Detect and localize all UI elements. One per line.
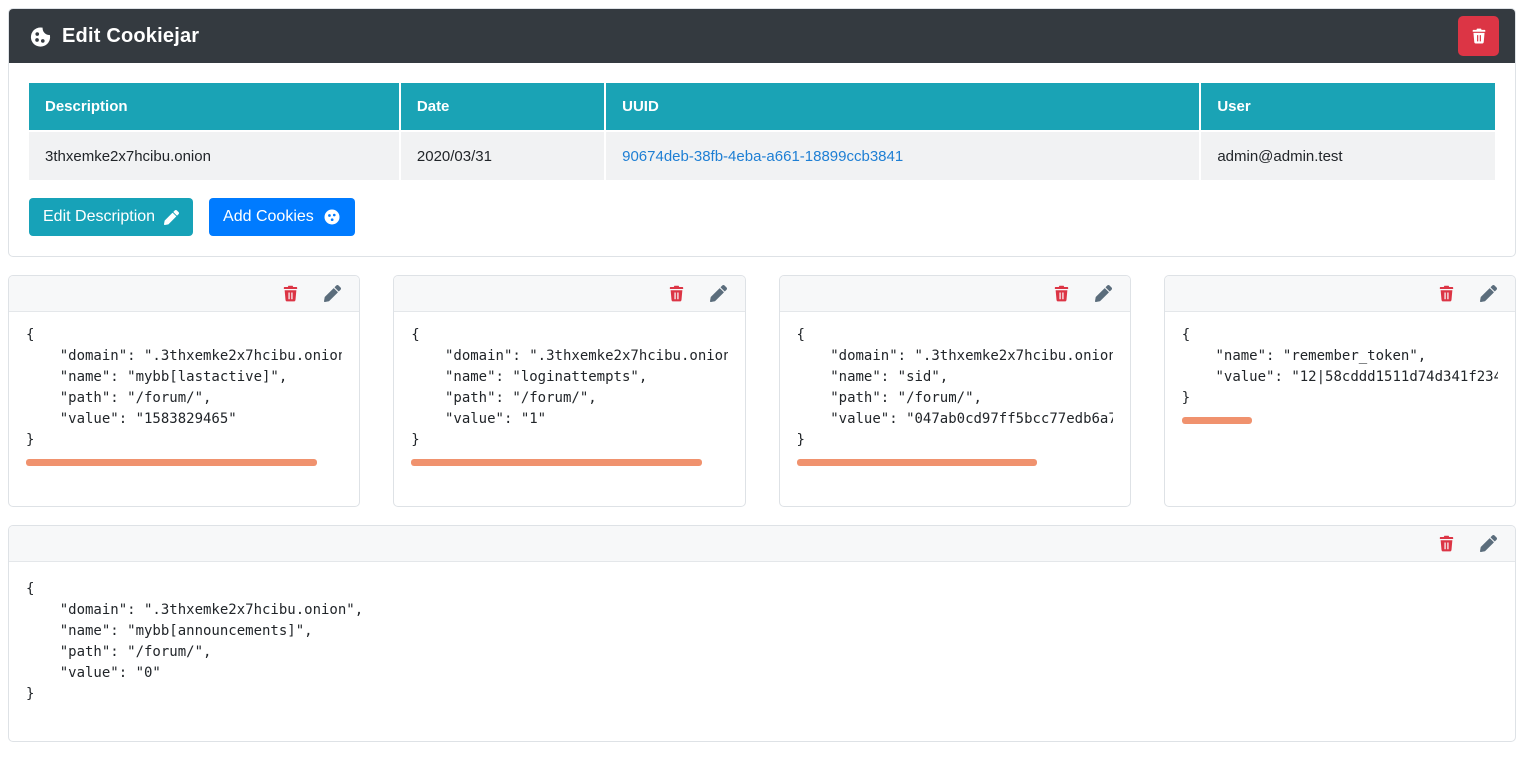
- cookie-card-4-body: { "name": "remember_token", "value": "12…: [1165, 312, 1515, 506]
- cookie-card-wide-header: [9, 526, 1515, 562]
- column-header-user: User: [1200, 83, 1495, 131]
- cookie-json: { "domain": ".3thxemke2x7hcibu.onion", "…: [26, 325, 342, 451]
- horizontal-scrollbar[interactable]: [797, 459, 1037, 466]
- cookie-bite-icon: [29, 25, 52, 48]
- cookie-json: { "domain": ".3thxemke2x7hcibu.onion", "…: [797, 325, 1113, 451]
- edit-description-label: Edit Description: [43, 208, 155, 226]
- cookie-icon: [323, 208, 341, 226]
- cookiejar-table: Description Date UUID User 3thxemke2x7hc…: [29, 83, 1495, 180]
- cell-description: 3thxemke2x7hcibu.onion: [29, 131, 400, 180]
- pencil-icon: [1480, 535, 1497, 552]
- cookie-json: { "domain": ".3thxemke2x7hcibu.onion", "…: [26, 579, 1498, 705]
- delete-cookie-button[interactable]: [1437, 534, 1456, 553]
- table-header-row: Description Date UUID User: [29, 83, 1495, 131]
- cookie-card-4-header: [1165, 276, 1515, 312]
- add-cookies-label: Add Cookies: [223, 208, 314, 226]
- trash-icon: [1437, 534, 1456, 553]
- horizontal-scrollbar[interactable]: [1182, 417, 1252, 424]
- cookie-card-3-header: [780, 276, 1130, 312]
- cookie-cards-grid: { "domain": ".3thxemke2x7hcibu.onion", "…: [8, 275, 1516, 507]
- cell-uuid: 90674deb-38fb-4eba-a661-18899ccb3841: [605, 131, 1200, 180]
- delete-cookie-button[interactable]: [667, 284, 686, 303]
- column-header-date: Date: [400, 83, 605, 131]
- edit-cookie-button[interactable]: [1480, 285, 1497, 302]
- cookie-json: { "domain": ".3thxemke2x7hcibu.onion", "…: [411, 325, 727, 451]
- delete-cookie-button[interactable]: [1052, 284, 1071, 303]
- horizontal-scrollbar[interactable]: [26, 459, 317, 466]
- trash-icon: [1437, 284, 1456, 303]
- cookie-card-1-body: { "domain": ".3thxemke2x7hcibu.onion", "…: [9, 312, 359, 506]
- cookie-card-2-header: [394, 276, 744, 312]
- pencil-icon: [1095, 285, 1112, 302]
- cookie-card-3-body: { "domain": ".3thxemke2x7hcibu.onion", "…: [780, 312, 1130, 506]
- cookie-card-2: { "domain": ".3thxemke2x7hcibu.onion", "…: [393, 275, 745, 507]
- edit-cookiejar-body: Description Date UUID User 3thxemke2x7hc…: [9, 63, 1515, 256]
- cookie-card-wide-body: { "domain": ".3thxemke2x7hcibu.onion", "…: [9, 562, 1515, 741]
- cell-date: 2020/03/31: [400, 131, 605, 180]
- edit-cookie-button[interactable]: [710, 285, 727, 302]
- trash-icon: [1052, 284, 1071, 303]
- page-title: Edit Cookiejar: [62, 25, 199, 48]
- cookie-card-4: { "name": "remember_token", "value": "12…: [1164, 275, 1516, 507]
- edit-cookiejar-header: Edit Cookiejar: [9, 9, 1515, 63]
- delete-cookiejar-button[interactable]: [1458, 16, 1499, 56]
- table-row: 3thxemke2x7hcibu.onion 2020/03/31 90674d…: [29, 131, 1495, 180]
- cookie-card-wide: { "domain": ".3thxemke2x7hcibu.onion", "…: [8, 525, 1516, 742]
- cell-user: admin@admin.test: [1200, 131, 1495, 180]
- trash-icon: [667, 284, 686, 303]
- cookie-card-3: { "domain": ".3thxemke2x7hcibu.onion", "…: [779, 275, 1131, 507]
- edit-cookie-button[interactable]: [1480, 535, 1497, 552]
- delete-cookie-button[interactable]: [281, 284, 300, 303]
- pencil-icon: [1480, 285, 1497, 302]
- edit-description-button[interactable]: Edit Description: [29, 198, 193, 236]
- horizontal-scrollbar[interactable]: [411, 459, 702, 466]
- cookie-card-1-header: [9, 276, 359, 312]
- edit-cookie-button[interactable]: [324, 285, 341, 302]
- actions-row: Edit Description Add Cookies: [29, 198, 1495, 236]
- cookie-card-2-body: { "domain": ".3thxemke2x7hcibu.onion", "…: [394, 312, 744, 506]
- column-header-uuid: UUID: [605, 83, 1200, 131]
- edit-cookie-button[interactable]: [1095, 285, 1112, 302]
- edit-cookiejar-card: Edit Cookiejar Description Date UUID Use…: [8, 8, 1516, 257]
- trash-icon: [281, 284, 300, 303]
- delete-cookie-button[interactable]: [1437, 284, 1456, 303]
- cookie-card-1: { "domain": ".3thxemke2x7hcibu.onion", "…: [8, 275, 360, 507]
- pencil-icon: [164, 210, 179, 225]
- add-cookies-button[interactable]: Add Cookies: [209, 198, 355, 236]
- trash-icon: [1470, 27, 1488, 45]
- cookie-json: { "name": "remember_token", "value": "12…: [1182, 325, 1498, 409]
- uuid-link[interactable]: 90674deb-38fb-4eba-a661-18899ccb3841: [622, 148, 903, 165]
- column-header-description: Description: [29, 83, 400, 131]
- pencil-icon: [324, 285, 341, 302]
- pencil-icon: [710, 285, 727, 302]
